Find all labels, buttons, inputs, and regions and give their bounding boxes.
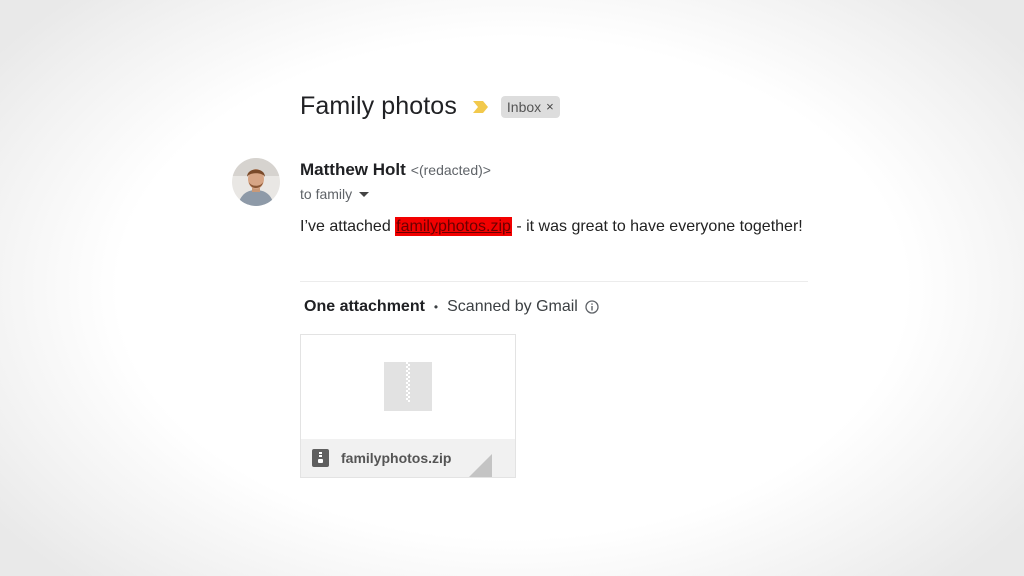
inbox-label-chip[interactable]: Inbox ×: [500, 95, 560, 118]
sender-name[interactable]: Matthew Holt: [300, 160, 406, 180]
email-body: I’ve attached familyphotos.zip - it was …: [300, 217, 803, 236]
attachment-filename: familyphotos.zip: [341, 450, 452, 466]
attachment-card[interactable]: familyphotos.zip: [300, 334, 516, 478]
attachment-count: One attachment: [304, 298, 425, 315]
body-text-prefix: I’ve attached: [300, 218, 396, 235]
recipients-dropdown[interactable]: to family: [300, 186, 370, 202]
sender-avatar[interactable]: [232, 158, 280, 206]
important-marker-icon[interactable]: [472, 100, 489, 114]
attachment-link[interactable]: familyphotos.zip: [395, 217, 512, 236]
sender-email: <(redacted)>: [410, 162, 491, 178]
zip-thumbnail-icon: [384, 362, 432, 411]
remove-label-button[interactable]: ×: [546, 99, 554, 114]
attachments-header: One attachment • Scanned by Gmail: [304, 298, 599, 316]
email-subject: Family photos: [300, 92, 457, 120]
separator-dot: •: [433, 300, 439, 314]
sender-line: Matthew Holt <(redacted)>: [300, 160, 491, 180]
recipients-label: to family: [300, 186, 353, 202]
body-text-suffix: - it was great to have everyone together…: [511, 218, 803, 235]
email-subject-row: Family photos Inbox ×: [300, 92, 560, 121]
info-icon[interactable]: [585, 300, 599, 314]
label-chip-text: Inbox: [506, 98, 542, 115]
zip-file-icon: [312, 449, 329, 467]
corner-fold: [468, 454, 492, 477]
chevron-down-icon[interactable]: [359, 191, 370, 197]
scan-status: Scanned by Gmail: [447, 298, 578, 315]
divider: [300, 281, 808, 282]
